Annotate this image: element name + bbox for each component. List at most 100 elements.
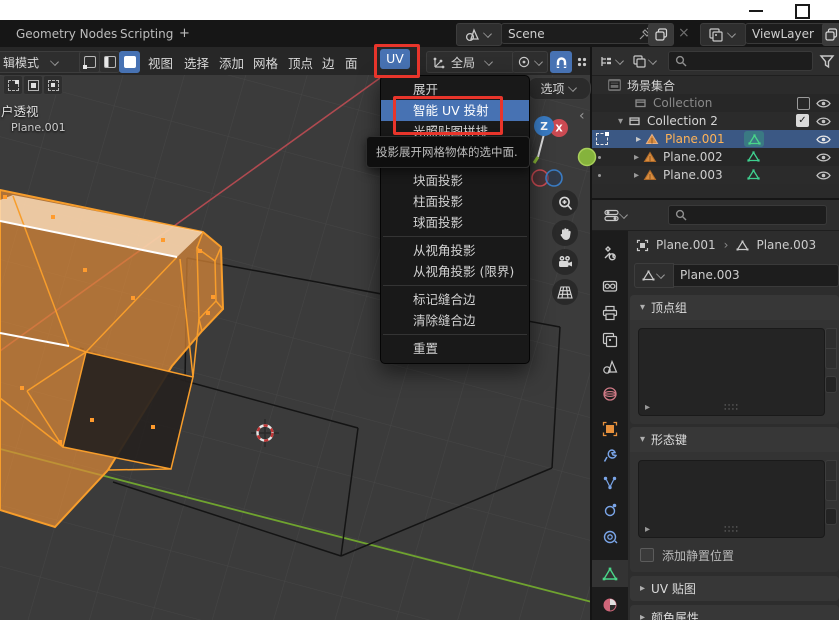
select-option-set-button[interactable] [3, 75, 23, 95]
menu-item-clear-seam[interactable]: 清除缝合边 [381, 310, 529, 331]
list-expand-icon[interactable]: ▸ [645, 402, 650, 413]
menu-add[interactable]: 添加 [219, 53, 244, 72]
breadcrumb-data[interactable]: Plane.003 [756, 238, 816, 252]
mesh-data-icon-active[interactable] [744, 131, 764, 147]
sidebar-collapse-arrow[interactable]: ‹ [579, 108, 585, 124]
tab-particles[interactable] [592, 469, 628, 496]
tab-world[interactable] [592, 380, 628, 407]
tab-geometry-nodes[interactable]: Geometry Nodes [16, 27, 117, 41]
editor-type-dropdown[interactable] [598, 205, 634, 225]
outliner-row-collection[interactable]: Collection [592, 94, 839, 112]
menu-uv[interactable]: UV [380, 49, 410, 69]
scene-unlink-button[interactable]: × [678, 25, 690, 41]
tab-tool[interactable] [592, 239, 628, 266]
menu-edge[interactable]: 边 [322, 53, 335, 72]
breadcrumb-object[interactable]: Plane.001 [656, 238, 716, 252]
eye-icon[interactable] [816, 170, 831, 181]
editor-type-dropdown[interactable] [596, 51, 629, 71]
proportional-editing-button[interactable] [572, 51, 592, 73]
snap-toggle-button[interactable] [550, 51, 572, 73]
menu-item-sphere-projection[interactable]: 球面投影 [381, 212, 529, 233]
outliner-row-scene-collection[interactable]: 场景集合 [592, 76, 839, 94]
add-shape-key-button[interactable] [825, 460, 837, 481]
vertex-group-specials-button[interactable] [825, 376, 837, 393]
select-option-extend-button[interactable] [23, 75, 43, 95]
vertex-select-mode-button[interactable] [79, 51, 100, 73]
menu-item-smart-uv-project[interactable]: 智能 UV 投射 [381, 100, 529, 121]
edge-select-mode-button[interactable] [99, 51, 120, 73]
outliner-search-input[interactable] [668, 51, 813, 71]
pan-view-button[interactable] [552, 220, 578, 246]
list-resize-grip[interactable]: ···· ···· [724, 404, 739, 412]
viewlayer-name-field[interactable]: ViewLayer [745, 23, 833, 44]
tab-object-data[interactable] [592, 560, 628, 587]
shape-key-specials-button[interactable] [825, 508, 837, 525]
filter-icon[interactable] [819, 54, 835, 69]
list-expand-icon[interactable]: ▸ [645, 524, 650, 535]
tab-scene[interactable] [592, 353, 628, 380]
viewlayer-type-dropdown[interactable] [700, 23, 746, 46]
maximize-button[interactable] [795, 4, 810, 19]
eye-icon[interactable] [816, 134, 831, 145]
menu-item-cylinder-projection[interactable]: 柱面投影 [381, 191, 529, 212]
outliner-row-plane-002[interactable]: ▸ Plane.002 [592, 148, 839, 166]
menu-item-unwrap[interactable]: 展开 [381, 79, 529, 100]
remove-shape-key-button[interactable] [825, 480, 837, 501]
remove-vertex-group-button[interactable] [825, 348, 837, 369]
menu-mesh[interactable]: 网格 [253, 53, 278, 72]
vertex-groups-header[interactable]: ▾ 顶点组 [630, 295, 839, 320]
tab-physics[interactable] [592, 496, 628, 523]
tab-scripting[interactable]: Scripting [120, 27, 173, 41]
scene-new-copy-button[interactable] [648, 23, 674, 46]
disclosure-open-icon[interactable]: ▾ [618, 116, 623, 127]
zoom-view-button[interactable] [552, 190, 578, 216]
menu-item-cube-projection[interactable]: 块面投影 [381, 170, 529, 191]
menu-item-project-from-view[interactable]: 从视角投影 [381, 240, 529, 261]
eye-icon[interactable] [816, 98, 831, 109]
properties-search-input[interactable] [668, 205, 827, 225]
navigation-gizmo[interactable]: X Z [525, 100, 605, 200]
mesh-data-icon[interactable] [747, 151, 760, 162]
menu-face[interactable]: 面 [345, 53, 358, 72]
outliner-row-collection-2[interactable]: ▾ Collection 2 ✓ [592, 112, 839, 130]
menu-item-reset[interactable]: 重置 [381, 338, 529, 359]
pivot-point-dropdown[interactable] [512, 51, 548, 73]
options-dropdown[interactable]: 选项 [527, 77, 591, 100]
tab-output[interactable] [592, 299, 628, 326]
add-workspace-tab[interactable]: + [179, 26, 190, 41]
toggle-grid-button[interactable] [552, 279, 578, 305]
minimize-button[interactable] [749, 10, 763, 12]
eye-icon[interactable] [816, 116, 831, 127]
add-vertex-group-button[interactable] [825, 328, 837, 349]
disclosure-icon[interactable]: ▸ [636, 134, 641, 145]
menu-item-mark-seam[interactable]: 标记缝合边 [381, 289, 529, 310]
menu-view[interactable]: 视图 [148, 53, 173, 72]
mesh-name-field[interactable]: Plane.003 [674, 264, 839, 287]
disclosure-icon[interactable]: ▸ [634, 152, 639, 163]
tab-render[interactable] [592, 272, 628, 299]
camera-view-button[interactable] [552, 249, 578, 275]
menu-item-project-from-view-bounds[interactable]: 从视角投影 (限界) [381, 261, 529, 282]
tab-modifiers[interactable] [592, 442, 628, 469]
menu-select[interactable]: 选择 [184, 53, 209, 72]
tab-view-layer[interactable] [592, 326, 628, 353]
display-mode-dropdown[interactable] [629, 51, 662, 71]
mesh-datablock-dropdown[interactable] [634, 263, 674, 288]
face-select-mode-button[interactable] [119, 51, 140, 73]
tab-material[interactable] [592, 591, 628, 618]
add-rest-position-checkbox[interactable] [640, 548, 654, 562]
scene-name-field[interactable]: Scene [501, 23, 659, 44]
outliner-row-plane-003[interactable]: ▸ Plane.003 [592, 166, 839, 184]
menu-vertex[interactable]: 顶点 [288, 53, 313, 72]
select-option-subtract-button[interactable] [43, 75, 63, 95]
scene-type-dropdown[interactable] [456, 23, 502, 46]
transform-orientation-dropdown[interactable]: 全局 [426, 51, 515, 73]
exclude-checkbox-checked[interactable]: ✓ [796, 114, 809, 127]
shape-keys-header[interactable]: ▾ 形态键 [630, 427, 839, 452]
uv-maps-panel-header[interactable]: ▸ UV 贴图 [630, 576, 839, 601]
outliner-row-plane-001[interactable]: ▸ Plane.001 [592, 130, 839, 148]
list-resize-grip[interactable]: ···· ···· [724, 526, 739, 534]
eye-icon[interactable] [816, 152, 831, 163]
color-attributes-panel-header[interactable]: ▸ 颜色属性 [630, 605, 839, 620]
tab-constraints[interactable] [592, 523, 628, 550]
